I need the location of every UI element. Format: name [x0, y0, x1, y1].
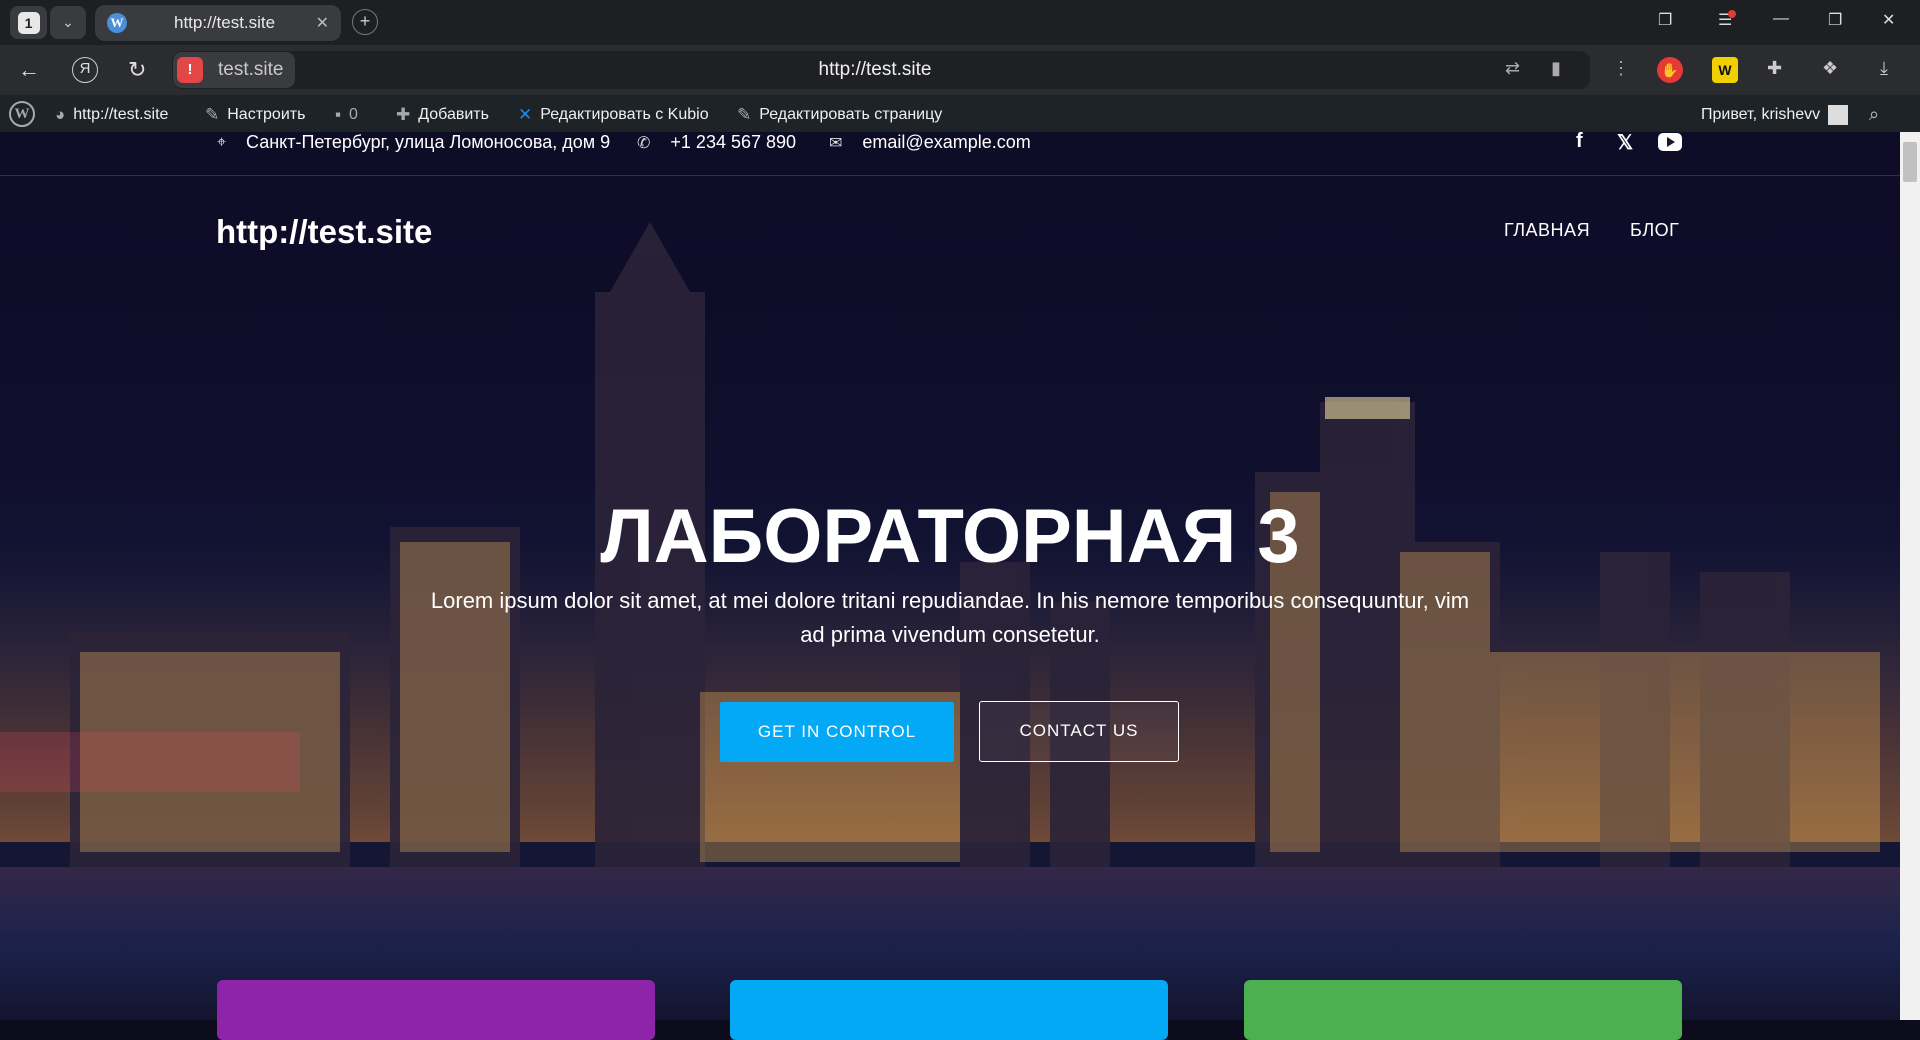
minimize-icon[interactable]: —	[1773, 10, 1789, 28]
admin-customize-label: Настроить	[227, 106, 306, 123]
feature-card-3	[1244, 980, 1682, 1040]
w-extension-icon[interactable]: W	[1712, 57, 1738, 83]
admin-account-link[interactable]: Привет, krishevv	[1701, 105, 1849, 125]
hero-title: ЛАБОРАТОРНАЯ 3	[600, 494, 1300, 579]
site-logo[interactable]: http://test.site	[216, 213, 432, 251]
admin-add-new-label: Добавить	[418, 106, 489, 123]
close-tab-icon[interactable]: ✕	[316, 13, 329, 33]
contact-us-button[interactable]: CONTACT US	[979, 701, 1179, 762]
admin-customize-link[interactable]: ✎ Настроить	[205, 105, 305, 125]
feature-card-1	[217, 980, 655, 1040]
brush-icon: ✎	[205, 105, 220, 124]
admin-site-label: http://test.site	[73, 106, 169, 123]
pencil-icon: ✎	[737, 105, 752, 124]
reload-icon[interactable]: ↻	[128, 58, 146, 82]
back-icon[interactable]: ←	[18, 58, 40, 82]
extensions-icon[interactable]: ✚	[1767, 58, 1782, 79]
close-window-icon[interactable]: ✕	[1882, 10, 1895, 30]
location-pin-icon: ⌖	[217, 133, 227, 151]
collections-icon[interactable]: ❖	[1822, 58, 1838, 79]
get-in-control-button[interactable]: GET IN CONTROL	[720, 702, 954, 762]
dashboard-icon: ◕	[55, 105, 66, 124]
facebook-icon[interactable]: f	[1576, 130, 1583, 153]
wordpress-logo-icon[interactable]: W	[9, 101, 35, 127]
plus-icon: ✚	[396, 105, 411, 124]
feature-card-2	[730, 980, 1168, 1040]
bookmark-icon[interactable]: ▮	[1551, 58, 1561, 79]
top-email-text: email@example.com	[862, 132, 1031, 152]
nav-item-blog[interactable]: БЛОГ	[1630, 220, 1679, 241]
top-address-text: Санкт-Петербург, улица Ломоносова, дом 9	[246, 132, 611, 152]
top-phone: ✆ +1 234 567 890	[637, 132, 796, 153]
site-domain[interactable]: test.site	[218, 59, 283, 81]
restore-icon[interactable]: ❐	[1828, 10, 1842, 30]
admin-comments-link[interactable]: ▪ 0	[335, 105, 358, 125]
x-twitter-icon[interactable]: 𝕏	[1617, 130, 1633, 155]
wordpress-favicon-icon: W	[107, 13, 127, 33]
nav-item-home[interactable]: ГЛАВНАЯ	[1504, 220, 1590, 241]
browser-menu-icon[interactable]: ☰	[1718, 10, 1737, 30]
admin-edit-page-label: Редактировать страницу	[759, 106, 943, 123]
comment-icon: ▪	[335, 105, 342, 124]
admin-add-new-link[interactable]: ✚ Добавить	[396, 105, 489, 125]
admin-edit-page-link[interactable]: ✎ Редактировать страницу	[737, 105, 942, 125]
new-tab-icon[interactable]: +	[352, 9, 378, 35]
admin-edit-kubio-label: Редактировать с Kubio	[540, 106, 709, 123]
avatar	[1828, 105, 1849, 125]
admin-site-link[interactable]: ◕ http://test.site	[55, 105, 168, 125]
translate-icon[interactable]: ⇄	[1505, 58, 1520, 79]
youtube-icon[interactable]	[1658, 133, 1682, 151]
scrollbar-thumb[interactable]	[1903, 142, 1917, 182]
downloads-icon[interactable]: ⤓	[1880, 58, 1888, 79]
admin-comments-count: 0	[349, 106, 358, 123]
tabs-dropdown-icon[interactable]: ⌄	[50, 6, 86, 39]
admin-greeting: Привет, krishevv	[1701, 106, 1821, 123]
page-scrollbar[interactable]	[1900, 132, 1920, 1020]
mail-icon: ✉	[829, 134, 843, 152]
tab-count: 1	[17, 11, 40, 34]
hero-subtitle: Lorem ipsum dolor sit amet, at mei dolor…	[430, 588, 1470, 647]
tabs-collection-icon[interactable]: ❐	[1658, 10, 1672, 30]
warning-icon[interactable]: !	[177, 57, 203, 83]
yandex-icon[interactable]: Я	[72, 57, 98, 83]
top-address: ⌖ Санкт-Петербург, улица Ломоносова, дом …	[217, 132, 610, 153]
tab-counter-button[interactable]: 1	[10, 6, 47, 39]
adblock-extension-icon[interactable]: ✋	[1657, 57, 1683, 83]
admin-edit-kubio-link[interactable]: ✕ Редактировать с Kubio	[518, 105, 709, 125]
admin-search-icon[interactable]: ⌕	[1869, 104, 1879, 125]
top-phone-text: +1 234 567 890	[670, 132, 797, 152]
tab-title: http://test.site	[174, 13, 276, 32]
more-icon[interactable]: ⋮	[1612, 58, 1630, 79]
phone-icon: ✆	[637, 134, 651, 152]
browser-tab-active[interactable]: W http://test.site ✕	[95, 5, 341, 41]
kubio-icon: ✕	[518, 105, 533, 124]
top-email: ✉ email@example.com	[829, 132, 1031, 153]
url-text[interactable]: http://test.site	[760, 59, 990, 81]
